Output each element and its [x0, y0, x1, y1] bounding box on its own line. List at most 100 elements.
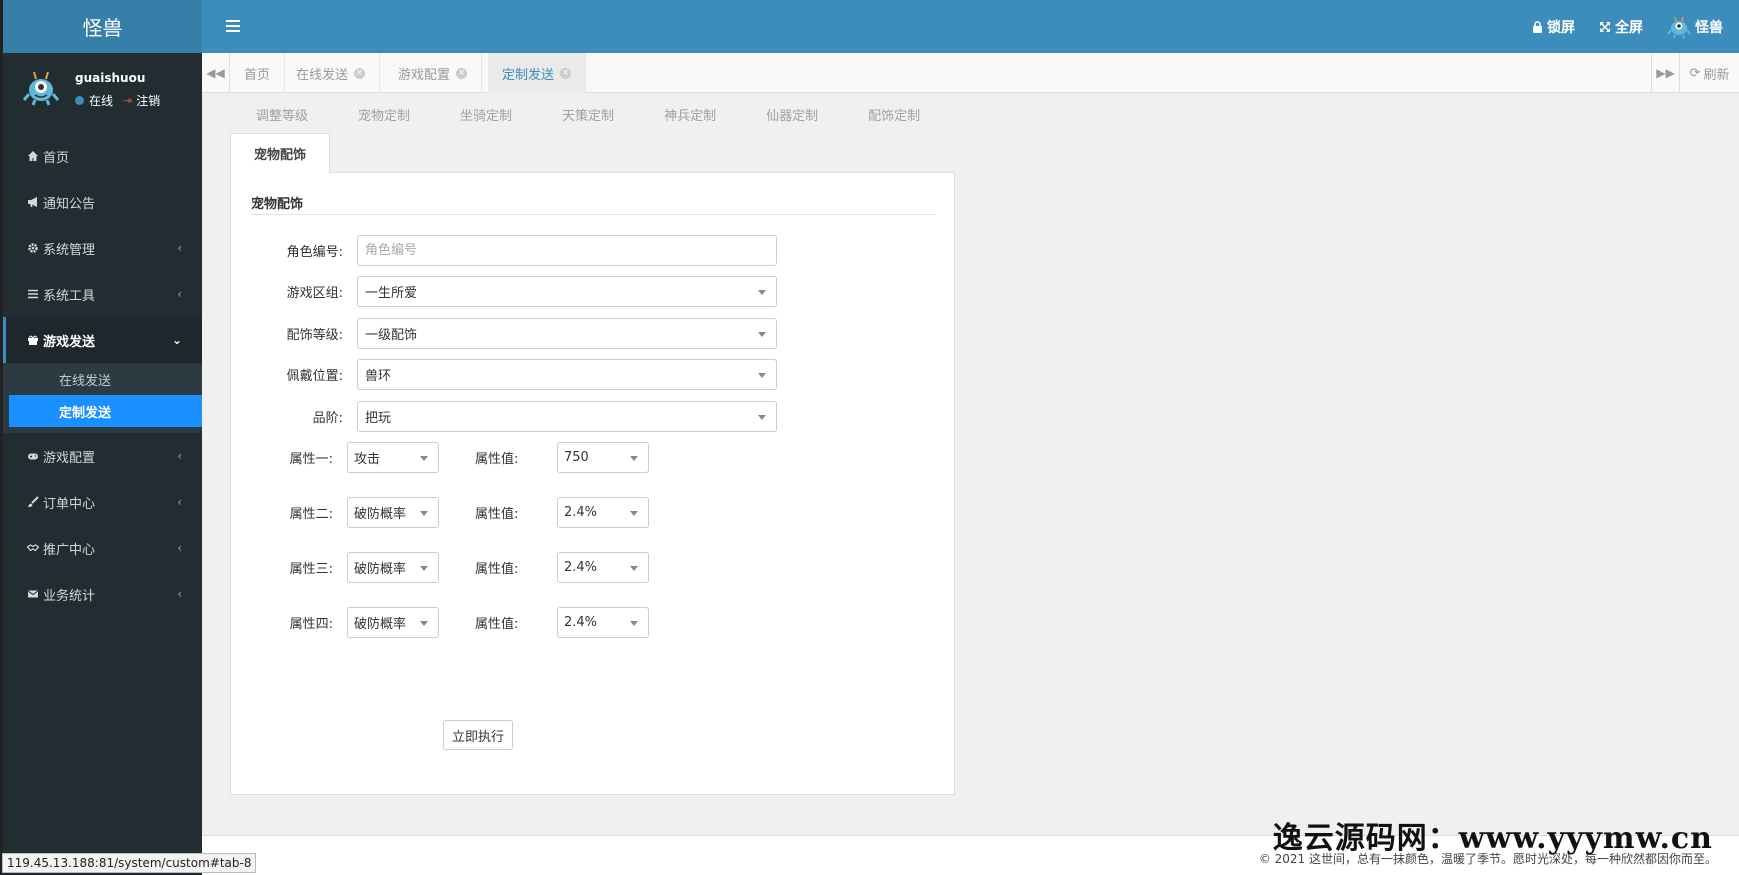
caret-down-icon: [420, 456, 428, 461]
lock-icon: [1533, 20, 1542, 33]
form-legend: 宠物配饰: [251, 193, 936, 215]
refresh-button[interactable]: ⟳ 刷新: [1679, 53, 1739, 93]
tab-label: 定制发送: [502, 67, 555, 83]
brush-icon: [28, 496, 39, 507]
execute-button[interactable]: 立即执行: [443, 720, 513, 750]
sidebar-item-tools[interactable]: 系统工具 ‹: [3, 271, 202, 317]
subnav-tiance-custom[interactable]: 天策定制: [562, 105, 614, 124]
menu-toggle-icon[interactable]: [226, 17, 242, 37]
subnav-weapon-custom[interactable]: 神兵定制: [664, 105, 716, 124]
server-row: 游戏区组: 一生所爱: [251, 276, 777, 307]
sidebar-item-game-config[interactable]: 游戏配置 ‹: [3, 433, 202, 479]
attribute-select[interactable]: 破防概率: [347, 607, 439, 638]
role-id-input[interactable]: [357, 235, 777, 266]
caret-down-icon: [420, 621, 428, 626]
envelope-icon: [27, 590, 39, 598]
attribute-select[interactable]: 破防概率: [347, 552, 439, 583]
app-logo[interactable]: 怪兽: [0, 0, 202, 53]
watermark: 逸云源码网：www.yyymw.cn: [1272, 821, 1713, 856]
sidebar-item-home[interactable]: 首页: [3, 133, 202, 179]
sidebar-subitem-online-send[interactable]: 在线发送: [3, 363, 202, 395]
custom-subnav: 调整等级 宠物定制 坐骑定制 天策定制 神兵定制 仙器定制 配饰定制: [256, 105, 970, 124]
sidebar-submenu-game-send: 在线发送 定制发送: [3, 363, 202, 433]
subnav-artifact-custom[interactable]: 仙器定制: [766, 105, 818, 124]
tab-game-config[interactable]: 游戏配置 ×: [384, 53, 483, 93]
tab-online-send[interactable]: 在线发送 ×: [282, 53, 381, 93]
grade-value: 把玩: [365, 411, 392, 426]
avatar: [23, 71, 59, 106]
attribute-value-label: 属性值:: [475, 507, 519, 522]
sidebar-item-notice[interactable]: 通知公告: [3, 179, 202, 225]
lock-screen-button[interactable]: 锁屏: [1532, 17, 1575, 37]
tab-home[interactable]: 首页: [230, 53, 286, 93]
attribute-select[interactable]: 破防概率: [347, 497, 439, 528]
attribute-row: 属性二: 破防概率 属性值: 2.4%: [251, 497, 649, 528]
refresh-icon: ⟳: [1689, 65, 1701, 81]
gamepad-icon: [28, 453, 38, 460]
attribute-amount-select[interactable]: 2.4%: [557, 552, 649, 583]
close-icon[interactable]: ×: [354, 67, 366, 79]
attribute-amount-select[interactable]: 750: [557, 442, 649, 473]
tab-label: 游戏配置: [398, 67, 451, 83]
attribute-value-label: 属性值:: [475, 617, 519, 632]
role-id-row: 角色编号:: [251, 235, 777, 266]
subnav-accessory-custom[interactable]: 配饰定制: [868, 105, 920, 124]
tab-pet-accessory[interactable]: 宠物配饰: [230, 133, 330, 173]
server-select[interactable]: 一生所爱: [357, 276, 777, 307]
attribute-amount-select[interactable]: 2.4%: [557, 497, 649, 528]
fullscreen-button[interactable]: 全屏: [1599, 17, 1643, 37]
server-label: 游戏区组:: [286, 286, 343, 301]
sidebar-item-label: 推广中心: [43, 542, 96, 558]
sidebar-item-label: 订单中心: [43, 496, 96, 512]
subnav-mount-custom[interactable]: 坐骑定制: [460, 105, 512, 124]
tab-scroll-left-button[interactable]: ◀◀: [202, 53, 230, 93]
attribute-amount-select[interactable]: 2.4%: [557, 607, 649, 638]
tab-scroll-right-button[interactable]: ▶▶: [1651, 53, 1679, 93]
subnav-adjust-level[interactable]: 调整等级: [256, 105, 308, 124]
sidebar-item-statistics[interactable]: 业务统计 ‹: [3, 571, 202, 617]
expand-icon: [1600, 21, 1610, 32]
user-status: 在线 ⇥ 注销: [75, 92, 160, 109]
lock-screen-label: 锁屏: [1547, 19, 1575, 36]
online-status: 在线: [89, 94, 114, 108]
caret-down-icon: [420, 511, 428, 516]
close-icon[interactable]: ×: [560, 67, 572, 79]
sidebar-item-orders[interactable]: 订单中心 ‹: [3, 479, 202, 525]
chevron-left-icon: ‹: [177, 449, 182, 463]
sidebar-subitem-custom-send[interactable]: 定制发送: [9, 395, 202, 427]
attribute-amount: 750: [564, 450, 589, 465]
attribute-select[interactable]: 攻击: [347, 442, 439, 473]
chevron-left-icon: ‹: [177, 241, 182, 255]
online-dot-icon: [75, 96, 84, 105]
level-select[interactable]: 一级配饰: [357, 318, 777, 349]
sidebar: guaishuou 在线 ⇥ 注销 首页 通知公告 系统管理 ‹ 系统工具 ‹ …: [0, 53, 202, 875]
close-icon[interactable]: ×: [456, 67, 468, 79]
main-content: 调整等级 宠物定制 坐骑定制 天策定制 神兵定制 仙器定制 配饰定制 宠物配饰 …: [202, 93, 1739, 835]
caret-down-icon: [758, 332, 766, 337]
attribute-value: 破防概率: [354, 507, 407, 522]
sidebar-item-system[interactable]: 系统管理 ‹: [3, 225, 202, 271]
tab-custom-send[interactable]: 定制发送 ×: [488, 53, 587, 93]
user-menu-label: 怪兽: [1695, 19, 1723, 36]
logout-label: 注销: [136, 94, 161, 108]
sidebar-item-label: 通知公告: [43, 196, 96, 212]
grade-select[interactable]: 把玩: [357, 401, 777, 432]
attribute-value: 破防概率: [354, 562, 407, 577]
user-menu[interactable]: 怪兽: [1667, 15, 1723, 39]
bars-icon: [28, 289, 38, 299]
position-select[interactable]: 兽环: [357, 359, 777, 390]
sidebar-item-game-send[interactable]: 游戏发送 ⌄: [3, 317, 202, 363]
sidebar-item-label: 业务统计: [43, 588, 96, 604]
caret-down-icon: [758, 373, 766, 378]
logout-link[interactable]: ⇥ 注销: [123, 92, 160, 109]
sidebar-item-promotion[interactable]: 推广中心 ‹: [3, 525, 202, 571]
grade-row: 品阶: 把玩: [251, 401, 777, 432]
user-name: guaishuou: [75, 71, 146, 85]
caret-down-icon: [630, 621, 638, 626]
top-right-menu: 锁屏 全屏 怪兽: [1508, 0, 1723, 53]
caret-down-icon: [630, 511, 638, 516]
caret-down-icon: [630, 566, 638, 571]
subnav-pet-custom[interactable]: 宠物定制: [358, 105, 410, 124]
grade-label: 品阶:: [312, 411, 343, 426]
attribute-row: 属性四: 破防概率 属性值: 2.4%: [251, 607, 649, 638]
